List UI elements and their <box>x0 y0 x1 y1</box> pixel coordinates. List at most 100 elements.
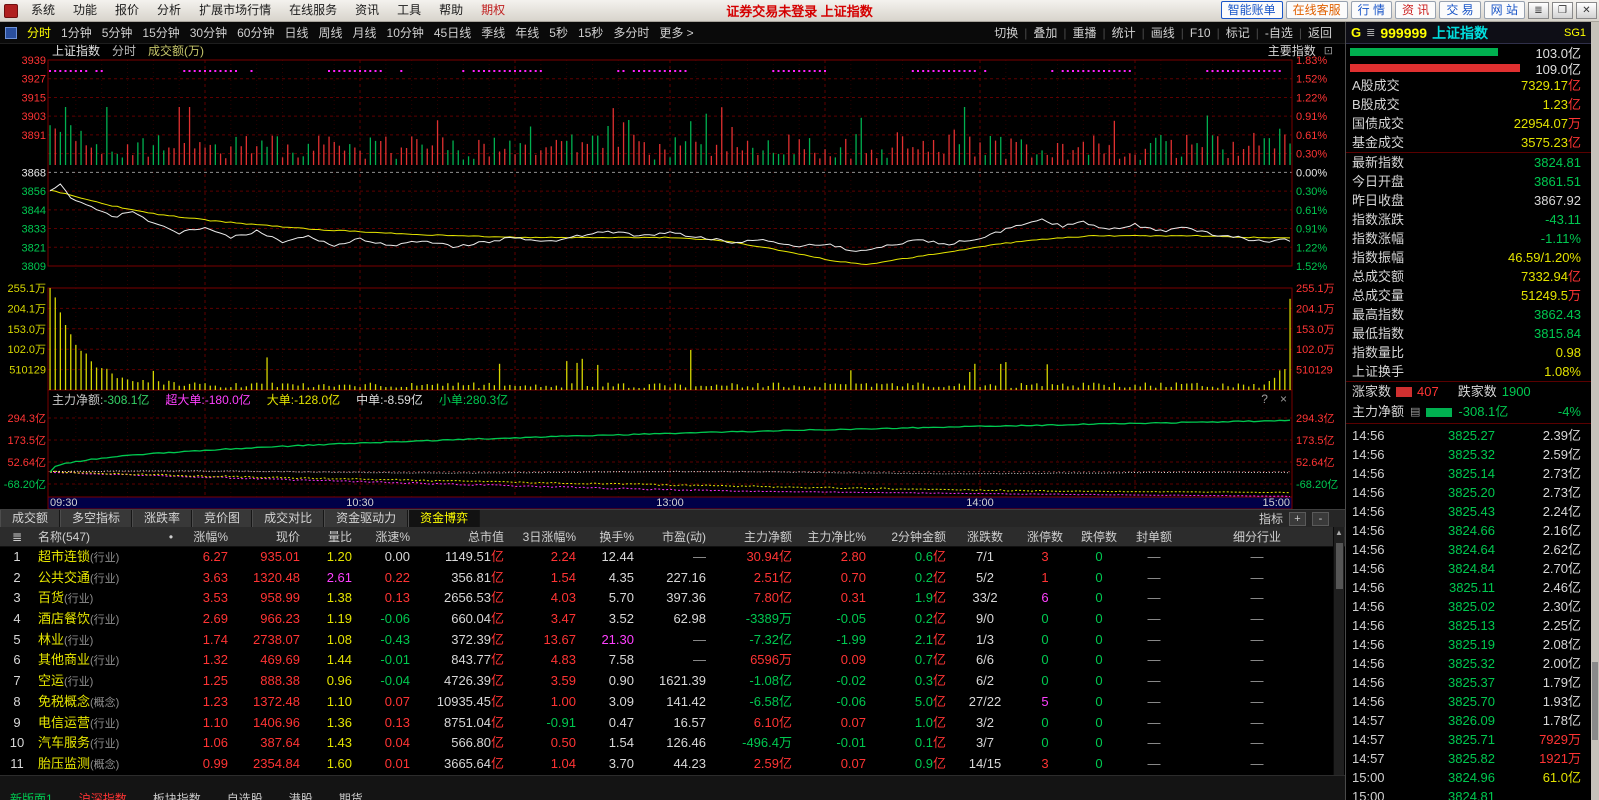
menu-item-帮助[interactable]: 帮助 <box>430 3 472 17</box>
chip-在线客服[interactable]: 在线客服 <box>1286 1 1348 19</box>
toolbar-切换[interactable]: 切换 <box>989 24 1023 41</box>
close-button[interactable]: ✕ <box>1576 2 1597 19</box>
column-header-3日涨幅%[interactable]: 3日涨幅% <box>510 527 582 546</box>
tick-row[interactable]: 14:563825.022.30亿 <box>1346 597 1591 616</box>
toolbar-返回[interactable]: 返回 <box>1303 24 1337 41</box>
tick-row[interactable]: 14:563825.322.00亿 <box>1346 654 1591 673</box>
tick-row[interactable]: 14:563825.272.39亿 <box>1346 426 1591 445</box>
period-30分钟[interactable]: 30分钟 <box>185 26 232 40</box>
menu-item-扩展市场行情[interactable]: 扩展市场行情 <box>190 3 280 17</box>
menu-item-资讯[interactable]: 资讯 <box>346 3 388 17</box>
column-header-2分钟金额[interactable]: 2分钟金额 <box>872 527 952 546</box>
sector-name[interactable]: 林业(行业) <box>34 630 164 651</box>
panel-scroll-thumb[interactable] <box>1592 662 1598 740</box>
tick-row[interactable]: 14:563825.142.73亿 <box>1346 464 1591 483</box>
tick-row[interactable]: 14:563825.112.46亿 <box>1346 578 1591 597</box>
tick-row[interactable]: 14:563825.192.08亿 <box>1346 635 1591 654</box>
indicator-label[interactable]: 指标 <box>1259 510 1283 527</box>
sector-name[interactable]: 其他商业(行业) <box>34 650 164 671</box>
indicator-tab-资金驱动力[interactable]: 资金驱动力 <box>324 510 408 527</box>
tick-row[interactable]: 15:003824.81 <box>1346 787 1591 800</box>
table-row[interactable]: 4酒店餐饮(行业)2.69966.231.19-0.06660.04亿3.473… <box>0 609 1345 630</box>
period-15秒[interactable]: 15秒 <box>573 26 608 40</box>
period-分时[interactable]: 分时 <box>22 26 56 40</box>
page-tab-新版面1[interactable]: 新版面1 <box>10 790 53 800</box>
table-row[interactable]: 7空运(行业)1.25888.380.96-0.044726.39亿3.590.… <box>0 671 1345 692</box>
menu-item-系统[interactable]: 系统 <box>22 3 64 17</box>
help-icon[interactable]: ? <box>1261 392 1268 406</box>
column-header-细分行业[interactable]: 细分行业 <box>1182 527 1332 546</box>
toolbar-画线[interactable]: 画线 <box>1146 24 1180 41</box>
chip-网 站[interactable]: 网 站 <box>1484 1 1525 19</box>
table-row[interactable]: 10汽车服务(行业)1.06387.641.430.04566.80亿0.501… <box>0 733 1345 754</box>
column-header-涨速%[interactable]: 涨速% <box>358 527 416 546</box>
chip-行 情[interactable]: 行 情 <box>1351 1 1392 19</box>
toolbar-标记[interactable]: 标记 <box>1221 24 1255 41</box>
column-header-封单额[interactable]: 封单额 <box>1126 527 1182 546</box>
window-panel-icon[interactable]: ⊡ <box>1324 44 1333 59</box>
period-月线[interactable]: 月线 <box>348 26 382 40</box>
period-45日线[interactable]: 45日线 <box>429 26 476 40</box>
chip-交 易[interactable]: 交 易 <box>1439 1 1480 19</box>
page-tab-沪深指数[interactable]: 沪深指数 <box>79 790 127 800</box>
toolbar--自选[interactable]: -自选 <box>1260 24 1298 41</box>
table-row[interactable]: 11胎压监测(概念)0.992354.841.600.013665.64亿1.0… <box>0 754 1345 775</box>
scroll-up-icon[interactable]: ▲ <box>1334 527 1344 539</box>
period-5分钟[interactable]: 5分钟 <box>97 26 138 40</box>
indicator-tab-竞价图[interactable]: 竞价图 <box>192 510 252 527</box>
intraday-chart[interactable]: 3939392739153903389138683856384438333821… <box>0 44 1345 509</box>
close-icon[interactable]: × <box>1280 392 1287 406</box>
restore-button[interactable]: ❐ <box>1552 2 1573 19</box>
period-1分钟[interactable]: 1分钟 <box>56 26 97 40</box>
column-header-mark[interactable]: • <box>164 527 178 546</box>
menu-button[interactable]: ≣ <box>1528 2 1549 19</box>
table-row[interactable]: 3百货(行业)3.53958.991.380.132656.53亿4.035.7… <box>0 588 1345 609</box>
column-header-涨幅%[interactable]: 涨幅% <box>178 527 234 546</box>
period-年线[interactable]: 年线 <box>510 26 544 40</box>
period-10分钟[interactable]: 10分钟 <box>382 26 429 40</box>
table-menu-icon[interactable]: ≣ <box>0 527 34 546</box>
tick-row[interactable]: 14:563824.662.16亿 <box>1346 521 1591 540</box>
menu-item-options[interactable]: 期权 <box>472 0 514 21</box>
sector-name[interactable]: 空运(行业) <box>34 671 164 692</box>
page-tab-期货[interactable]: 期货 <box>339 790 363 800</box>
sector-name[interactable]: 电信运营(行业) <box>34 713 164 734</box>
indicator-tab-涨跌率[interactable]: 涨跌率 <box>132 510 192 527</box>
menu-item-在线服务[interactable]: 在线服务 <box>280 3 346 17</box>
column-header-现价[interactable]: 现价 <box>234 527 306 546</box>
column-header-涨跌数[interactable]: 涨跌数 <box>952 527 1018 546</box>
sector-name[interactable]: 胎压监测(概念) <box>34 754 164 775</box>
tick-row[interactable]: 14:563824.842.70亿 <box>1346 559 1591 578</box>
sector-name[interactable]: 汽车服务(行业) <box>34 733 164 754</box>
tick-list[interactable]: 14:563825.272.39亿14:563825.322.59亿14:563… <box>1346 426 1591 800</box>
tick-row[interactable]: 14:563825.432.24亿 <box>1346 502 1591 521</box>
tick-row[interactable]: 15:003824.9661.0亿 <box>1346 768 1591 787</box>
period-多分时[interactable]: 多分时 <box>608 26 654 40</box>
panel-menu-icon[interactable]: ≣ <box>1366 26 1375 39</box>
page-tab-自选股[interactable]: 自选股 <box>227 790 263 800</box>
column-header-市盈(动)[interactable]: 市盈(动) <box>640 527 712 546</box>
chart-canvas[interactable]: 3939392739153903389138683856384438333821… <box>0 44 1345 509</box>
menu-item-功能[interactable]: 功能 <box>64 3 106 17</box>
table-row[interactable]: 8免税概念(概念)1.231372.481.100.0710935.45亿1.0… <box>0 692 1345 713</box>
column-header-主力净比%[interactable]: 主力净比% <box>798 527 872 546</box>
panel-scrollbar[interactable] <box>1591 22 1599 800</box>
table-row[interactable]: 9电信运营(行业)1.101406.961.360.138751.04亿-0.9… <box>0 713 1345 734</box>
page-tab-港股[interactable]: 港股 <box>289 790 313 800</box>
tick-row[interactable]: 14:563825.202.73亿 <box>1346 483 1591 502</box>
menu-item-分析[interactable]: 分析 <box>148 3 190 17</box>
zoom-in-button[interactable]: + <box>1289 512 1306 526</box>
sector-name[interactable]: 百货(行业) <box>34 588 164 609</box>
table-row[interactable]: 6其他商业(行业)1.32469.691.44-0.01843.77亿4.837… <box>0 650 1345 671</box>
menu-item-报价[interactable]: 报价 <box>106 3 148 17</box>
column-header-量比[interactable]: 量比 <box>306 527 358 546</box>
chip-智能账单[interactable]: 智能账单 <box>1221 1 1283 19</box>
toolbar-统计[interactable]: 统计 <box>1107 24 1141 41</box>
column-header-总市值[interactable]: 总市值 <box>416 527 510 546</box>
chip-资 讯[interactable]: 资 讯 <box>1395 1 1436 19</box>
sector-name[interactable]: 酒店餐饮(行业) <box>34 609 164 630</box>
period-5秒[interactable]: 5秒 <box>544 26 573 40</box>
indicator-tab-多空指标[interactable]: 多空指标 <box>60 510 132 527</box>
toolbar-F10[interactable]: F10 <box>1185 26 1216 40</box>
tick-row[interactable]: 14:563825.371.79亿 <box>1346 673 1591 692</box>
